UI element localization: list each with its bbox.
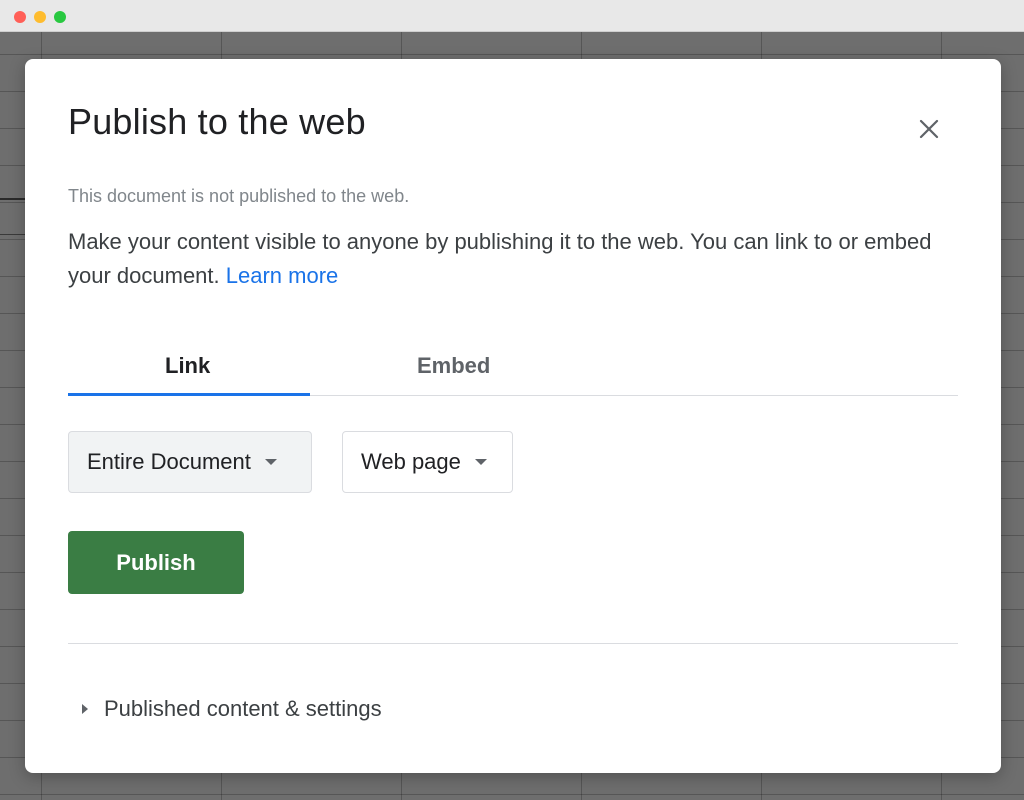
- tab-link[interactable]: Link: [165, 353, 210, 379]
- publish-tabs: Link Embed: [68, 339, 958, 396]
- published-settings-toggle[interactable]: Published content & settings: [68, 691, 382, 727]
- dropdown-arrow-icon: [264, 459, 277, 465]
- dialog-description: Make your content visible to anyone by p…: [68, 225, 968, 293]
- scope-dropdown-value: Entire Document: [87, 449, 251, 474]
- publish-status: This document is not published to the we…: [68, 186, 410, 206]
- close-button[interactable]: [913, 113, 945, 145]
- section-divider: [68, 643, 958, 644]
- window-minimize-control[interactable]: [34, 11, 46, 23]
- window-titlebar: [0, 0, 1024, 32]
- close-icon: [919, 119, 939, 139]
- format-dropdown[interactable]: Web page: [342, 431, 513, 493]
- dropdown-arrow-icon: [474, 459, 487, 465]
- dialog-title: Publish to the web: [68, 101, 366, 142]
- backdrop-cell-border: [0, 234, 26, 235]
- learn-more-link[interactable]: Learn more: [226, 263, 339, 288]
- scope-dropdown[interactable]: Entire Document: [68, 431, 312, 493]
- published-settings-label: Published content & settings: [104, 696, 382, 721]
- publish-dialog: Publish to the web This document is not …: [25, 59, 1001, 773]
- format-dropdown-value: Web page: [361, 449, 461, 474]
- window-close-control[interactable]: [14, 11, 26, 23]
- active-tab-indicator: [68, 393, 310, 396]
- tab-embed[interactable]: Embed: [417, 353, 490, 379]
- publish-button[interactable]: Publish: [68, 531, 244, 594]
- description-text: Make your content visible to anyone by p…: [68, 229, 932, 288]
- backdrop-cell-border: [0, 198, 26, 200]
- expand-arrow-icon: [82, 704, 88, 714]
- window-zoom-control[interactable]: [54, 11, 66, 23]
